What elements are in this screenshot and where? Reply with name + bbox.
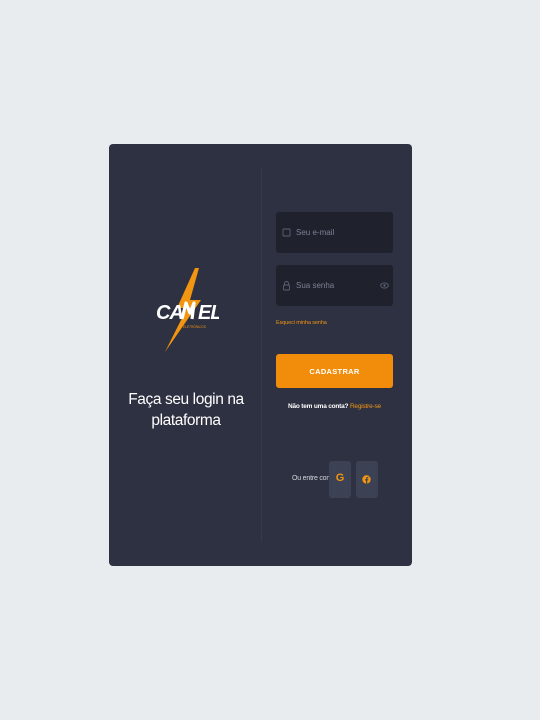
forgot-password-link[interactable]: Esqueci minha senha bbox=[276, 320, 327, 326]
login-form: Esqueci minha senha CADASTRAR Não tem um… bbox=[276, 144, 396, 566]
eye-icon[interactable] bbox=[380, 281, 389, 290]
mail-icon bbox=[282, 227, 291, 238]
svg-text:CA: CA bbox=[156, 302, 183, 324]
camel-logo: CA EL ELETRÔNICOS bbox=[155, 266, 219, 356]
register-link[interactable]: Registre-se bbox=[350, 403, 381, 410]
email-input[interactable] bbox=[296, 212, 376, 253]
login-heading: Faça seu login na plataforma bbox=[128, 391, 244, 429]
register-prompt: Não tem uma conta? Registre-se bbox=[276, 403, 393, 410]
social-login-label: Ou entre com bbox=[292, 475, 333, 482]
lock-icon bbox=[282, 280, 291, 291]
facebook-icon bbox=[362, 475, 371, 484]
google-icon: G bbox=[335, 472, 345, 484]
password-field[interactable] bbox=[276, 265, 393, 306]
google-login-button[interactable]: G bbox=[329, 461, 351, 498]
facebook-login-button[interactable] bbox=[356, 461, 378, 498]
panel-divider bbox=[261, 168, 262, 542]
login-card: CA EL ELETRÔNICOS Faça seu login na plat… bbox=[109, 144, 412, 566]
submit-button[interactable]: CADASTRAR bbox=[276, 354, 393, 388]
svg-text:ELETRÔNICOS: ELETRÔNICOS bbox=[183, 324, 207, 329]
password-input[interactable] bbox=[296, 265, 376, 306]
brand-panel: CA EL ELETRÔNICOS Faça seu login na plat… bbox=[109, 144, 261, 566]
register-question: Não tem uma conta? bbox=[288, 403, 349, 410]
svg-text:EL: EL bbox=[198, 302, 219, 324]
email-field[interactable] bbox=[276, 212, 393, 253]
